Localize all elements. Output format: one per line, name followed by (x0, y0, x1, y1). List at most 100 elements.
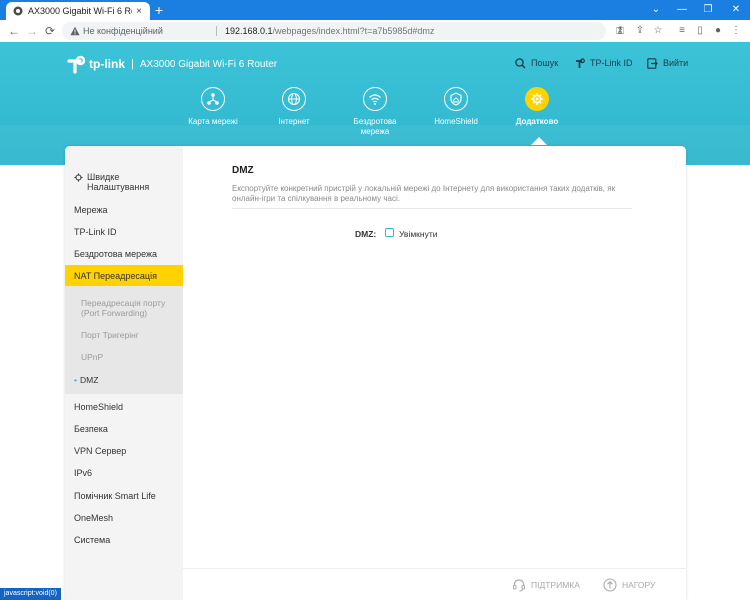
tab-search-icon[interactable]: ⌄ (642, 0, 670, 20)
address-bar[interactable]: Не конфіденційний 192.168.0.1/webpages/i… (62, 22, 624, 40)
sidebar-item-label: NAT Переадресація (74, 271, 157, 281)
sidebar-item-wireless[interactable]: Бездротова мережа (65, 248, 183, 260)
tab-wireless[interactable]: Бездротова мережа (340, 87, 410, 137)
subitem-port-forwarding[interactable]: Переадресація порту (Port Forwarding) (81, 298, 173, 318)
sidebar-item-onemesh[interactable]: OneMesh (65, 512, 183, 524)
quick-setup-gear-icon (74, 173, 83, 182)
browser-tab-bar: AX3000 Gigabit Wi-Fi 6 Router × + ⌄ — ❐ … (0, 0, 750, 20)
divider (232, 208, 632, 209)
page-description: Експортуйте конкретний пристрій у локаль… (232, 184, 616, 203)
sidebar-item-label: Безпека (74, 424, 108, 434)
tplink-id-link[interactable]: TP-Link ID (575, 56, 633, 70)
sidebar-item-label: VPN Сервер (74, 446, 127, 456)
tab-network-map[interactable]: Карта мережі (178, 87, 248, 127)
sidebar: Швидке Налаштування Мережа TP-Link ID Бе… (65, 146, 183, 600)
tab-label: Інтернет (278, 117, 310, 126)
tab-favicon-icon (13, 6, 23, 16)
url-path: /webpages/index.html?t=a7b5985d#dmz (272, 26, 435, 36)
tab-close-icon[interactable]: × (132, 6, 146, 17)
back-button[interactable]: ← (6, 23, 22, 39)
sidebar-item-label: Система (74, 535, 111, 545)
sidebar-item-label: TP-Link ID (74, 227, 117, 237)
brand-logo: tp-link | AX3000 Gigabit Wi-Fi 6 Router (66, 54, 277, 74)
restore-button[interactable]: ❐ (694, 0, 722, 20)
sidebar-item-quick-setup[interactable]: Швидке Налаштування (65, 172, 183, 192)
menu-icon[interactable]: ⋮ (730, 25, 742, 37)
back-to-top-label: НАГОРУ (622, 580, 656, 590)
support-button[interactable]: ПІДТРИМКА (512, 578, 580, 592)
dmz-enable-label[interactable]: Увімкнути (399, 229, 437, 239)
tplink-logo-icon (67, 55, 86, 74)
url-separator (216, 26, 217, 36)
subitem-dmz[interactable]: • DMZ (74, 375, 98, 385)
browser-tab[interactable]: AX3000 Gigabit Wi-Fi 6 Router × (6, 2, 150, 20)
tplink-id-label: TP-Link ID (590, 58, 633, 68)
network-map-icon (201, 87, 225, 111)
sidebar-item-system[interactable]: Система (65, 534, 183, 546)
warning-icon[interactable] (70, 26, 80, 36)
tplink-id-icon (576, 57, 585, 68)
router-model: AX3000 Gigabit Wi-Fi 6 Router (139, 58, 278, 70)
side-panel-icon[interactable]: ▯ (694, 25, 706, 37)
gear-icon (525, 87, 549, 111)
sidebar-item-vpn-server[interactable]: VPN Сервер (65, 445, 183, 457)
globe-icon (282, 87, 306, 111)
url-text[interactable]: 192.168.0.1/webpages/index.html?t=a7b598… (225, 22, 434, 40)
bookmark-star-icon[interactable]: ☆ (652, 25, 664, 37)
subitem-port-triggering[interactable]: Порт Тригерінг (81, 330, 139, 340)
security-label[interactable]: Не конфіденційний (83, 22, 163, 40)
subitem-label: DMZ (79, 375, 99, 385)
search-link[interactable]: Пошук (515, 56, 558, 70)
tab-homeshield[interactable]: HomeShield (421, 87, 491, 127)
forward-button[interactable]: → (24, 23, 40, 39)
minimize-button[interactable]: — (668, 0, 696, 20)
url-host: 192.168.0.1 (225, 26, 273, 36)
search-icon (515, 57, 526, 69)
tab-advanced[interactable]: Додатково (502, 87, 572, 127)
back-to-top-button[interactable]: НАГОРУ (603, 578, 655, 592)
sidebar-item-nat-forwarding[interactable]: NAT Переадресація (65, 265, 183, 287)
page-title: DMZ (232, 165, 254, 176)
support-label: ПІДТРИМКА (531, 580, 580, 590)
share-icon[interactable]: ⇪ (634, 25, 646, 37)
browser-status-bar: javascript:void(0) (0, 588, 61, 600)
sidebar-item-label: HomeShield (74, 402, 124, 412)
key-icon[interactable]: ⚷ (614, 25, 626, 37)
active-tab-pointer (531, 137, 547, 145)
sidebar-item-security[interactable]: Безпека (65, 423, 183, 435)
tab-label: Карта мережі (188, 117, 238, 126)
browser-toolbar: ← → ⟳ Не конфіденційний 192.168.0.1/webp… (0, 20, 750, 43)
reload-button[interactable]: ⟳ (42, 23, 58, 39)
logout-link[interactable]: Вийти (647, 56, 688, 70)
reading-list-icon[interactable]: ≡ (676, 25, 688, 37)
dmz-label: DMZ: (355, 229, 377, 239)
close-window-button[interactable]: ✕ (722, 0, 750, 20)
sidebar-item-smart-life[interactable]: Помічник Smart Life (65, 490, 183, 502)
profile-icon[interactable]: ● (712, 25, 724, 37)
tab-label: Бездротова мережа (353, 117, 397, 136)
brand-name: tp-link (89, 57, 125, 71)
sidebar-item-label: Мережа (74, 205, 108, 215)
sidebar-item-homeshield[interactable]: HomeShield (65, 401, 183, 413)
tab-title: AX3000 Gigabit Wi-Fi 6 Router (28, 6, 132, 16)
subitem-upnp[interactable]: UPnP (81, 352, 103, 362)
arrow-up-circle-icon (603, 578, 617, 592)
search-label: Пошук (531, 58, 559, 68)
nat-submenu: Переадресація порту (Port Forwarding) По… (65, 286, 183, 394)
sidebar-item-ipv6[interactable]: IPv6 (65, 467, 183, 479)
tab-internet[interactable]: Інтернет (259, 87, 329, 127)
dmz-enable-checkbox[interactable] (385, 228, 394, 237)
main-panel: Швидке Налаштування Мережа TP-Link ID Бе… (65, 146, 686, 600)
page-footer: ПІДТРИМКА НАГОРУ (183, 568, 686, 600)
sidebar-item-network[interactable]: Мережа (65, 204, 183, 216)
sidebar-item-label: OneMesh (74, 513, 114, 523)
sidebar-item-tplink-id[interactable]: TP-Link ID (65, 226, 183, 238)
logout-label: Вийти (663, 58, 689, 68)
new-tab-button[interactable]: + (152, 2, 166, 18)
tab-label: HomeShield (434, 117, 478, 126)
logout-icon (647, 57, 658, 69)
current-bullet: • (74, 375, 77, 385)
sidebar-item-label: Помічник Smart Life (74, 491, 156, 501)
content-area: DMZ Експортуйте конкретний пристрій у ло… (183, 146, 686, 600)
sidebar-item-label: Швидке Налаштування (87, 172, 150, 192)
